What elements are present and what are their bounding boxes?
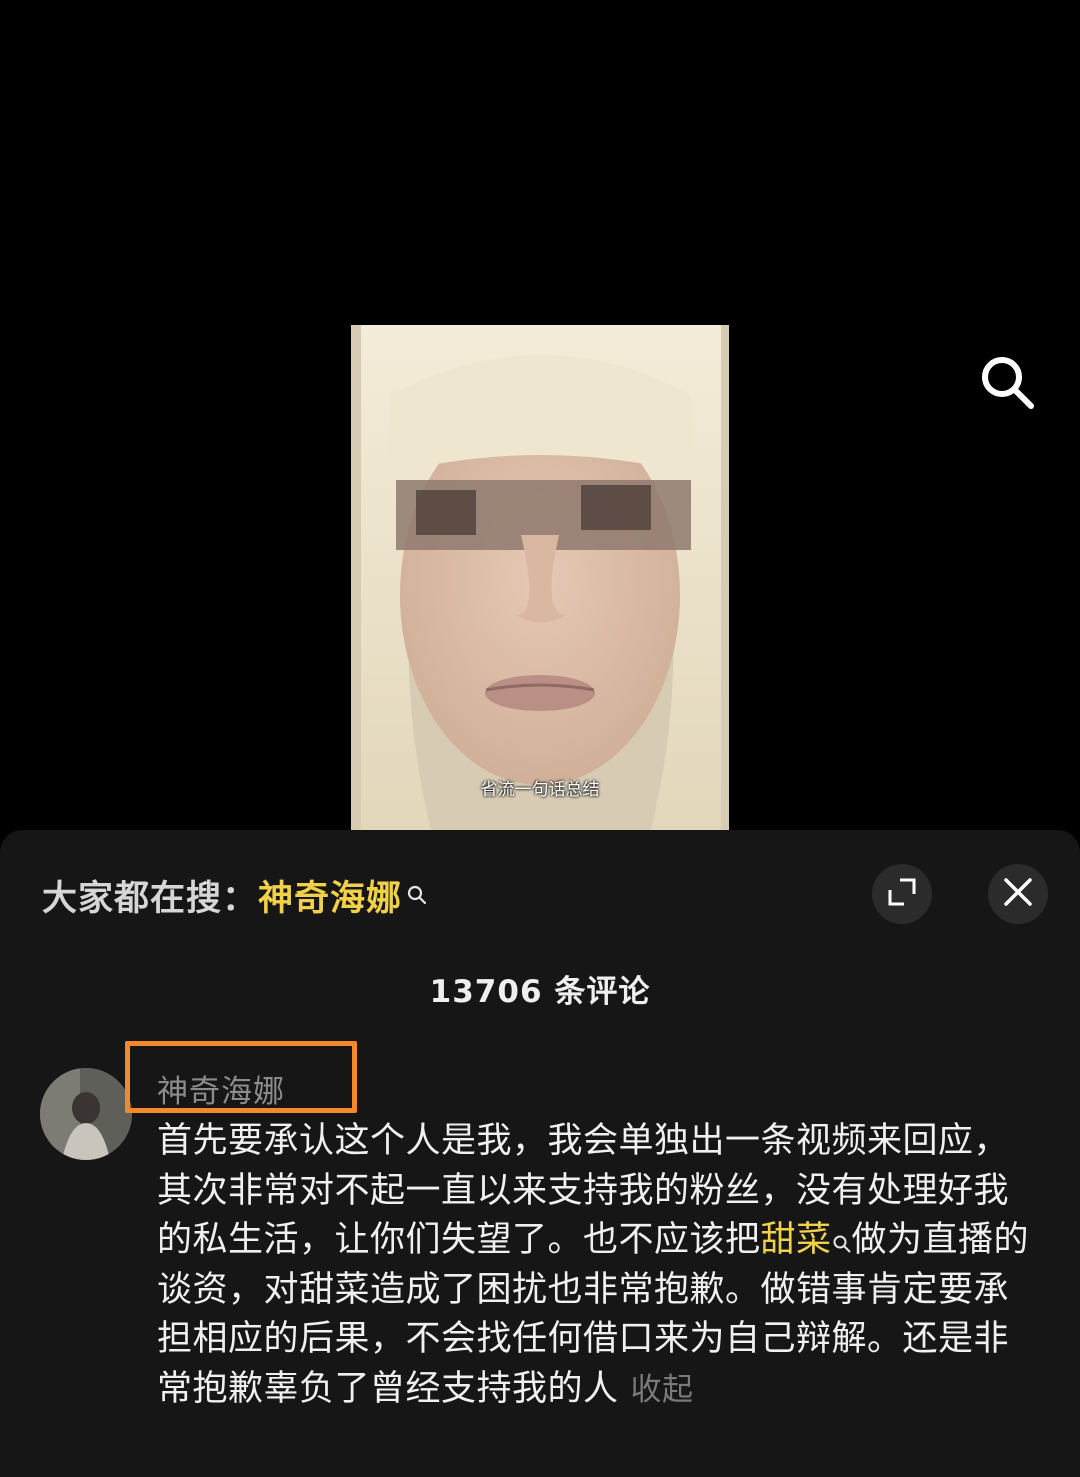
comment-count: 13706 条评论 — [429, 974, 651, 1010]
comment-highlight-link[interactable]: 甜菜 — [761, 1220, 832, 1260]
expand-button[interactable] — [872, 864, 932, 924]
comment-text: 首先要承认这个人是我，我会单独出一条视频来回应，其次非常对不起一直以来支持我的粉… — [157, 1117, 1037, 1415]
close-icon — [1002, 876, 1034, 912]
expand-icon — [886, 876, 918, 912]
blurred-face-image — [351, 325, 729, 830]
search-suggestion-term[interactable]: 神奇海娜 — [258, 870, 402, 921]
video-area[interactable]: 省流一句话总结 — [0, 0, 1080, 830]
search-suggestion[interactable]: 大家都在搜： 神奇海娜 — [42, 870, 428, 920]
search-suggestion-prefix: 大家都在搜： — [42, 878, 259, 919]
video-thumbnail[interactable]: 省流一句话总结 — [351, 325, 729, 830]
avatar[interactable] — [40, 1068, 132, 1160]
comment-username[interactable]: 神奇海娜 — [157, 1066, 285, 1111]
search-icon[interactable] — [975, 350, 1039, 414]
mini-search-icon — [406, 875, 428, 905]
collapse-button[interactable]: 收起 — [631, 1372, 694, 1408]
comment-panel: 大家都在搜： 神奇海娜 13706 条评论 神奇海娜 首先要承认这个人是我，我会… — [0, 830, 1080, 1477]
video-subtitle: 省流一句话总结 — [480, 780, 600, 800]
mini-search-icon — [832, 1219, 852, 1253]
close-button[interactable] — [988, 864, 1048, 924]
